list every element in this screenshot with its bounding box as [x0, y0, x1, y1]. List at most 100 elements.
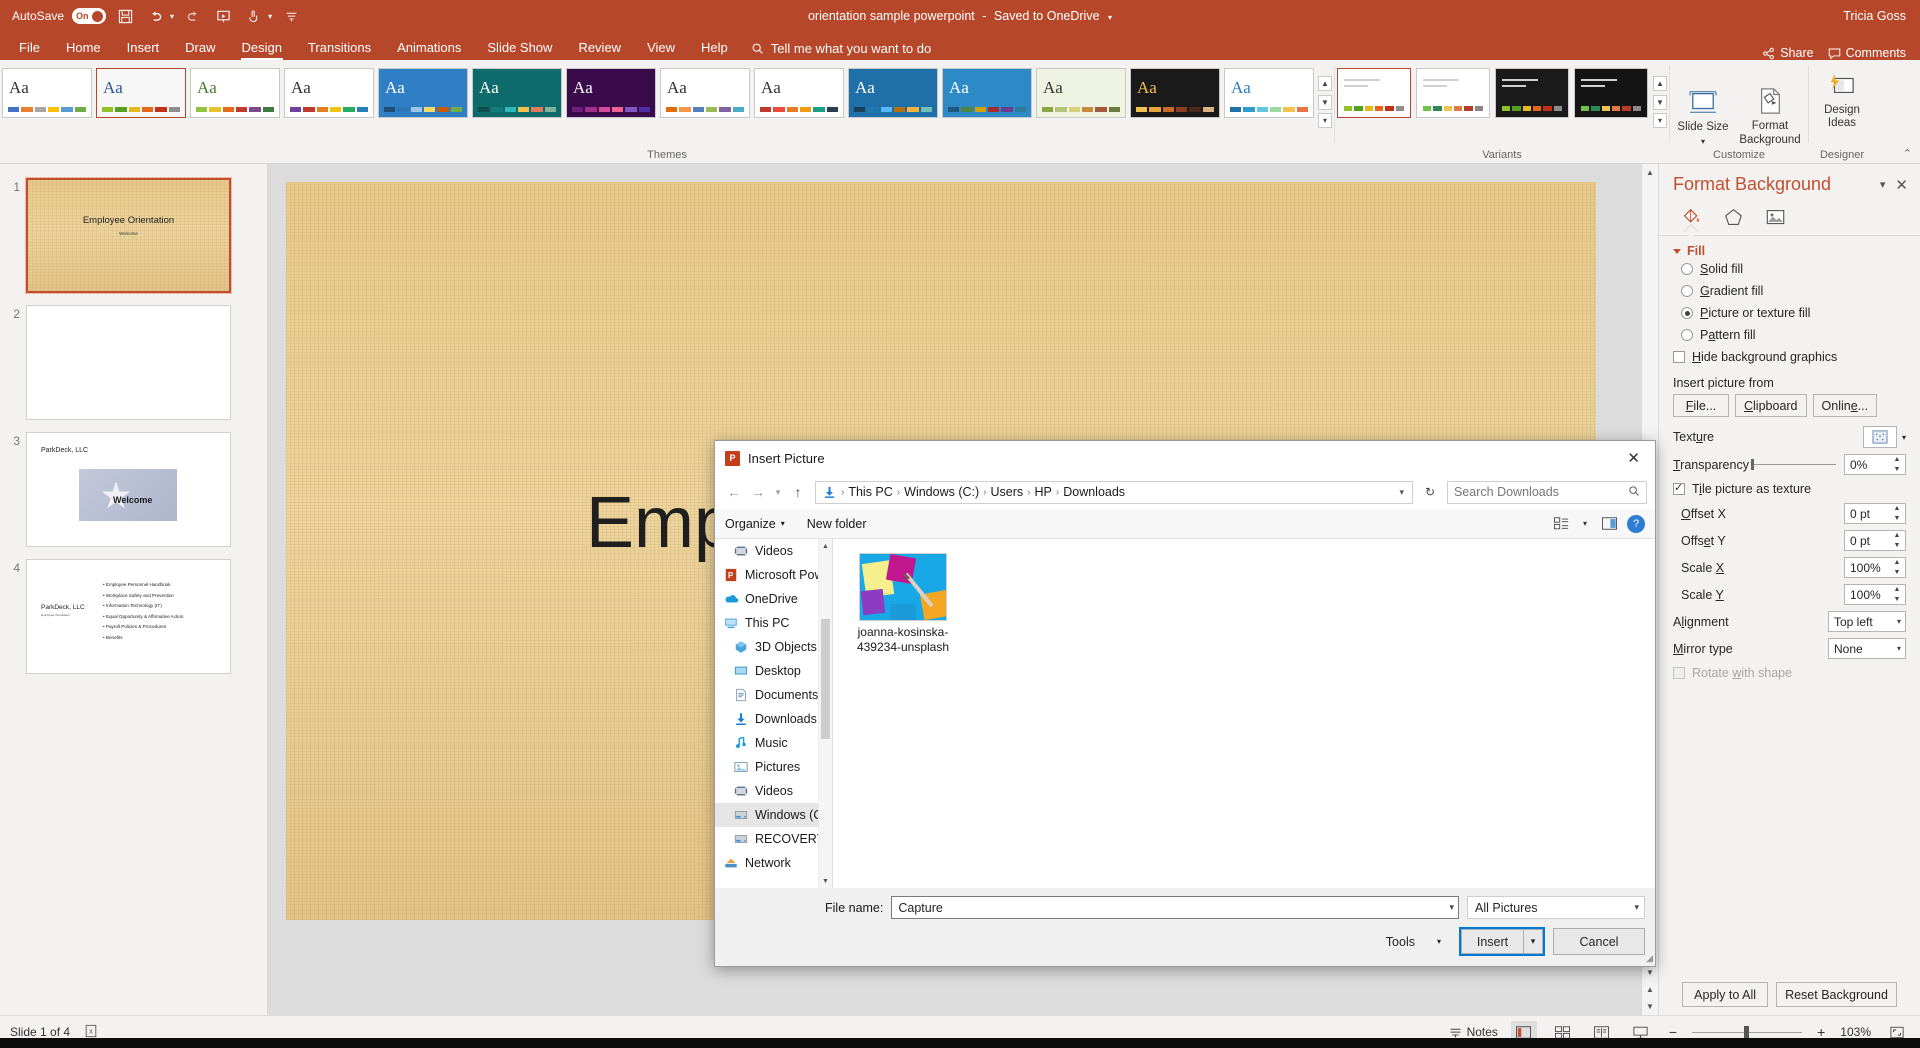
- themes-scroll-down-icon[interactable]: ▼: [1318, 94, 1332, 110]
- thumbnail-row-3[interactable]: 3 ParkDeck, LLC: [0, 426, 267, 553]
- spinner-arrows-icon[interactable]: ▲ ▼: [1891, 559, 1903, 576]
- texture-picker[interactable]: [1862, 426, 1897, 448]
- insert-from-file-button[interactable]: File...: [1673, 394, 1729, 417]
- nav-item-network[interactable]: Network: [715, 851, 832, 875]
- tell-me-search[interactable]: Tell me what you want to do: [741, 37, 941, 60]
- nav-item-microsoft-powerp[interactable]: PMicrosoft PowerP: [715, 563, 832, 587]
- nav-item-documents[interactable]: Documents: [715, 683, 832, 707]
- themes-more-icon[interactable]: ▾: [1318, 113, 1332, 128]
- tile-picture-option[interactable]: Tile picture as texture: [1673, 478, 1906, 500]
- office-theme[interactable]: Aa: [2, 68, 92, 118]
- nav-item-music[interactable]: Music: [715, 731, 832, 755]
- share-button[interactable]: Share: [1762, 46, 1814, 60]
- scroll-thumb[interactable]: [821, 619, 830, 739]
- offset-x-spinner[interactable]: 0 pt ▲ ▼: [1844, 503, 1906, 524]
- slide-size-dropdown-icon[interactable]: ▾: [1701, 137, 1705, 146]
- view-dropdown-icon[interactable]: ▾: [1579, 514, 1591, 534]
- nav-item-recovery-d[interactable]: RECOVERY (D:): [715, 827, 832, 851]
- scale-y-spinner[interactable]: 100% ▲ ▼: [1844, 584, 1906, 605]
- redo-icon[interactable]: [182, 5, 204, 27]
- variant-dark-1[interactable]: [1495, 68, 1569, 118]
- ion-theme[interactable]: Aa: [472, 68, 562, 118]
- scroll-up-icon[interactable]: ▲: [819, 539, 832, 553]
- format-background-button[interactable]: Format Background: [1734, 76, 1806, 146]
- gradient-fill-option[interactable]: Gradient fill: [1673, 280, 1906, 302]
- variant-light-2[interactable]: [1416, 68, 1490, 118]
- gradient-fill-radio[interactable]: [1681, 285, 1693, 297]
- insert-from-clipboard-button[interactable]: Clipboard: [1735, 394, 1807, 417]
- nav-item-windows-c[interactable]: Windows (C:): [715, 803, 832, 827]
- solid-fill-option[interactable]: Solid fill: [1673, 258, 1906, 280]
- file-name-input[interactable]: Capture ▾: [891, 896, 1459, 919]
- tab-slide-show[interactable]: Slide Show: [474, 36, 565, 60]
- fill-tab[interactable]: [1677, 205, 1705, 229]
- search-box[interactable]: Search Downloads: [1447, 480, 1647, 504]
- scroll-up-icon[interactable]: ▲: [1642, 164, 1658, 181]
- tab-insert[interactable]: Insert: [114, 36, 173, 60]
- transparency-spinner[interactable]: 0% ▲ ▼: [1844, 454, 1906, 475]
- tab-home[interactable]: Home: [53, 36, 114, 60]
- recent-locations-icon[interactable]: ▾: [771, 481, 785, 503]
- insert-button-group[interactable]: Insert ▾: [1459, 927, 1545, 956]
- tab-help[interactable]: Help: [688, 36, 741, 60]
- undo-icon[interactable]: [144, 5, 166, 27]
- slide-thumbnail-1[interactable]: Employee Orientation Welcome: [25, 177, 232, 294]
- tab-draw[interactable]: Draw: [172, 36, 228, 60]
- undo-dropdown-icon[interactable]: ▾: [170, 12, 174, 21]
- notes-button[interactable]: Notes: [1449, 1025, 1498, 1039]
- slice-theme[interactable]: Aa: [754, 68, 844, 118]
- variants-gallery-scroll[interactable]: ▲ ▼ ▾: [1653, 76, 1667, 128]
- transparency-handle[interactable]: [1750, 459, 1754, 470]
- variant-dark-2[interactable]: [1574, 68, 1648, 118]
- tab-file[interactable]: File: [6, 36, 53, 60]
- breadcrumb-windows-c[interactable]: Windows (C:): [901, 485, 982, 499]
- next-slide-icon[interactable]: ▼: [1642, 998, 1658, 1015]
- thumbnail-row-1[interactable]: 1 Employee Orientation Welcome: [0, 172, 267, 299]
- cancel-button[interactable]: Cancel: [1553, 928, 1645, 955]
- document-title[interactable]: orientation sample powerpoint: [808, 9, 975, 23]
- save-icon[interactable]: [114, 5, 136, 27]
- up-icon[interactable]: ↑: [787, 481, 809, 503]
- badge-theme[interactable]: Aa: [942, 68, 1032, 118]
- zoom-level[interactable]: 103%: [1840, 1025, 1871, 1039]
- spinner-arrows-icon[interactable]: ▲ ▼: [1891, 586, 1903, 603]
- facet-theme[interactable]: Aa: [96, 68, 186, 118]
- variant-light-1[interactable]: [1337, 68, 1411, 118]
- spinner-arrows-icon[interactable]: ▲ ▼: [1891, 456, 1903, 473]
- slide-size-button[interactable]: Slide Size ▾: [1672, 77, 1734, 146]
- retrospect-theme[interactable]: Aa: [660, 68, 750, 118]
- insert-button[interactable]: Insert: [1461, 929, 1523, 954]
- picture-texture-fill-option[interactable]: Picture or texture fill: [1673, 302, 1906, 324]
- scroll-down-icon[interactable]: ▼: [819, 874, 832, 888]
- back-icon[interactable]: ←: [723, 481, 745, 503]
- spinner-arrows-icon[interactable]: ▲ ▼: [1891, 505, 1903, 522]
- picture-tab[interactable]: [1761, 205, 1789, 229]
- nav-item-videos[interactable]: Videos: [715, 779, 832, 803]
- hide-background-graphics-checkbox[interactable]: [1673, 351, 1685, 363]
- tab-transitions[interactable]: Transitions: [295, 36, 384, 60]
- variants-scroll-down-icon[interactable]: ▼: [1653, 94, 1667, 110]
- zoom-handle[interactable]: [1744, 1025, 1750, 1039]
- quotable-theme[interactable]: Aa: [1130, 68, 1220, 118]
- slide-title-text[interactable]: Emp: [586, 482, 734, 564]
- berlin-theme[interactable]: Aa: [190, 68, 280, 118]
- mirror-type-combo[interactable]: None ▾: [1828, 638, 1906, 659]
- forward-icon[interactable]: →: [747, 481, 769, 503]
- collapse-ribbon-button[interactable]: ⌃: [1903, 147, 1912, 160]
- touch-dropdown-icon[interactable]: ▾: [268, 12, 272, 21]
- touch-mode-icon[interactable]: [242, 5, 264, 27]
- hide-background-graphics-option[interactable]: Hide background graphics: [1673, 346, 1906, 368]
- user-name[interactable]: Tricia Goss: [1843, 9, 1906, 23]
- zoom-slider[interactable]: [1692, 1025, 1803, 1039]
- pattern-fill-option[interactable]: Pattern fill: [1673, 324, 1906, 346]
- variants-scroll-up-icon[interactable]: ▲: [1653, 76, 1667, 91]
- insert-dropdown-icon[interactable]: ▾: [1523, 929, 1543, 954]
- slide-thumbnail-2[interactable]: [26, 305, 231, 420]
- title-dropdown-icon[interactable]: ▾: [1103, 13, 1112, 22]
- slide-thumbnail-pane[interactable]: 1 Employee Orientation Welcome 2 3 ParkD…: [0, 164, 268, 1015]
- chevron-down-icon[interactable]: ▾: [1634, 902, 1639, 913]
- address-bar[interactable]: › This PC › Windows (C:) › Users › HP › …: [815, 480, 1413, 504]
- pane-close-icon[interactable]: ✕: [1891, 176, 1912, 194]
- tab-animations[interactable]: Animations: [384, 36, 474, 60]
- tools-button[interactable]: Tools ▾: [1376, 935, 1451, 949]
